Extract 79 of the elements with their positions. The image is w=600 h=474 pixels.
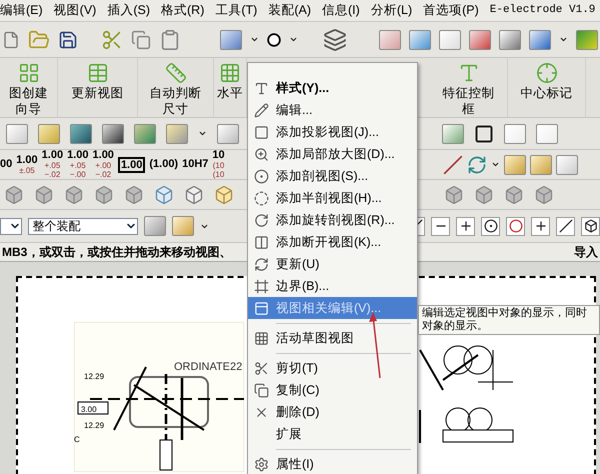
tolerance-button[interactable]: 1.00 +.05 −.02	[42, 150, 64, 179]
scissors-icon	[254, 360, 268, 376]
menu-item[interactable]: 添加剖视图(S)...	[248, 165, 417, 187]
menu-item[interactable]: 工具(T)	[215, 1, 258, 20]
folder-icon[interactable]	[28, 28, 50, 50]
menu-item[interactable]: 添加局部放大图(D)...	[248, 143, 417, 165]
menu-item[interactable]: 删除(D)	[248, 401, 417, 423]
status-prompt: MB3，或双击，或按住并拖动来移动视图、	[2, 244, 232, 261]
menu-item[interactable]: 边界(B)...	[248, 275, 417, 297]
menu-item[interactable]: 添加断开视图(K)...	[248, 231, 417, 253]
tolerance-button[interactable]: 1.00 +.00 −.02	[92, 150, 114, 179]
tooltip: 编辑选定视图中对象的显示，同时 对象的显示。	[418, 305, 600, 335]
cross-icon[interactable]	[531, 216, 550, 236]
save-icon[interactable]	[58, 30, 78, 50]
menu-item[interactable]: 扩展	[248, 423, 417, 445]
circle-icon[interactable]	[506, 216, 525, 236]
layers-icon[interactable]	[322, 28, 347, 52]
menu-item[interactable]: 添加旋转剖视图(R)...	[248, 209, 417, 231]
toolbar-button[interactable]: 自动判断 尺寸	[138, 58, 214, 117]
menu-item[interactable]: 活动草图视图	[248, 327, 417, 349]
tolerance-button[interactable]: 00	[0, 159, 12, 170]
tolerance-button[interactable]: 10H7	[182, 159, 208, 170]
menu-item[interactable]: 插入(S)	[107, 1, 150, 20]
toolbar-button[interactable]: 特征控制 框	[430, 58, 508, 117]
copy-icon[interactable]	[131, 30, 152, 50]
square-icon	[254, 124, 268, 140]
rotate-icon	[254, 212, 268, 228]
tolerance-button[interactable]: 1.00 +.05 −.00	[67, 150, 89, 179]
tolerance-button[interactable]: 1.00 ±.05	[16, 154, 38, 174]
caret-icon[interactable]	[198, 129, 207, 138]
menu-item[interactable]: 首选项(P)	[423, 1, 479, 20]
dashed-circle-icon	[254, 190, 268, 206]
toolbar-button[interactable]: 更新视图	[58, 58, 138, 117]
tolerance-button[interactable]: 1.00	[118, 156, 146, 172]
pencil-icon	[254, 102, 268, 118]
menu-item[interactable]: 分析(L)	[370, 1, 412, 20]
menu-item[interactable]: 复制(C)	[248, 379, 417, 401]
menu-item[interactable]: 视图(V)	[54, 1, 96, 20]
menu-item[interactable]: 格式(R)	[161, 1, 204, 20]
tolerance-button[interactable]: (1.00)	[149, 159, 178, 170]
status-text: 导入	[574, 244, 598, 261]
grid-icon	[18, 62, 40, 84]
frame-icon	[254, 278, 268, 294]
filter-dropdown[interactable]: 整个装配	[28, 218, 138, 234]
tolerance-button[interactable]: 10 (10 (10	[212, 150, 225, 179]
caret-icon[interactable]	[559, 35, 568, 44]
refresh-icon	[254, 256, 268, 272]
caret-icon[interactable]	[490, 160, 500, 169]
line-icon[interactable]	[556, 216, 575, 236]
columns-icon	[254, 234, 268, 250]
menu-item[interactable]: 添加投影视图(J)...	[248, 121, 417, 143]
toolbar-button[interactable]: 中心标记	[508, 58, 586, 117]
menu-item[interactable]: 装配(A)	[268, 1, 312, 20]
square-icon[interactable]	[474, 124, 494, 144]
ruler-icon	[164, 62, 186, 84]
caret-icon[interactable]	[289, 35, 298, 44]
zoom-in-icon	[254, 146, 268, 162]
text-style-icon	[254, 80, 268, 96]
menu-item[interactable]: 信息(I)	[322, 1, 360, 20]
menu-item[interactable]: 属性(I)	[248, 453, 417, 474]
panel-icon	[254, 300, 268, 316]
center-icon[interactable]	[481, 216, 500, 236]
menu-item[interactable]: 剪切(T)	[248, 357, 417, 379]
settings-icon	[254, 456, 268, 472]
grid-icon	[219, 62, 241, 84]
grid-icon	[254, 330, 268, 346]
target-icon	[254, 168, 268, 184]
new-file-icon[interactable]	[2, 30, 20, 48]
part-drawing: 12.29 3.00 12.29 C ORDINATE22	[74, 322, 244, 472]
menu-item[interactable]: 编辑...	[248, 99, 417, 121]
toolbar-button[interactable]: 图创建 向导	[0, 58, 58, 117]
menu-item[interactable]: 编辑(E)	[0, 1, 43, 20]
crosshair-icon	[536, 62, 558, 84]
caret-icon[interactable]	[250, 35, 260, 44]
copy-icon	[254, 382, 268, 398]
menu-item[interactable]: 样式(Y)...	[248, 77, 417, 99]
menu-item[interactable]: 更新(U)	[248, 253, 417, 275]
menu-item[interactable]: E-electrode V1.9	[490, 2, 596, 19]
dropdown-field[interactable]	[0, 218, 22, 234]
